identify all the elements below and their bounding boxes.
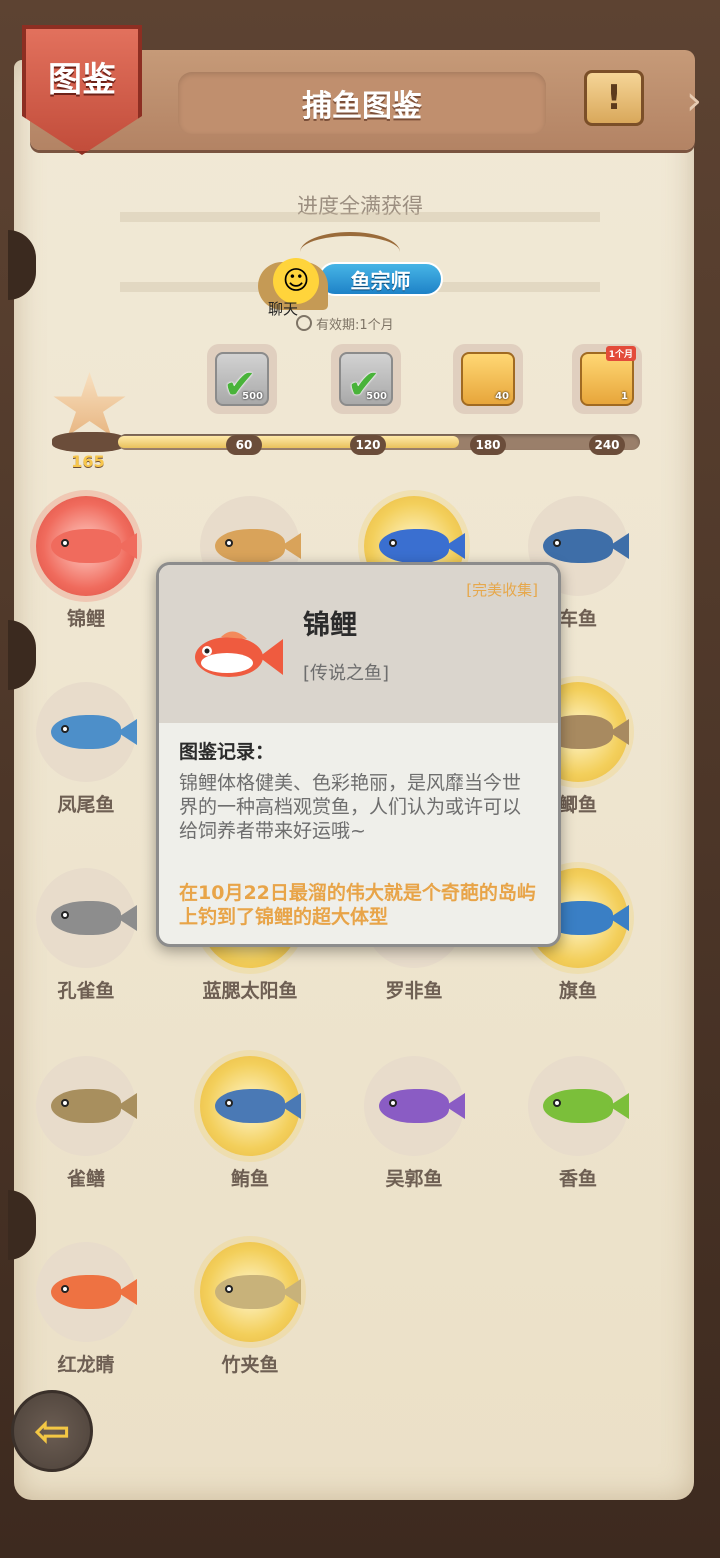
milestone-value: 60 xyxy=(226,435,262,455)
fish-name-label: 凤尾鱼 xyxy=(57,794,115,816)
fish-icon xyxy=(215,529,285,563)
fish-icon xyxy=(379,1089,449,1123)
validity: 有效期:1个月 xyxy=(296,312,446,334)
fish-card[interactable] xyxy=(36,496,136,596)
reward-count: 1 xyxy=(621,391,628,402)
milestone-reward[interactable]: 500 ✔ xyxy=(207,344,277,414)
fish-icon xyxy=(51,1089,121,1123)
scroll-icon[interactable]: ! xyxy=(584,70,644,126)
reward-tile: 40 xyxy=(461,352,515,406)
fish-detail-popup[interactable]: [完美收集] 锦鲤 [传说之鱼] 图鉴记录： 锦鲤体格健美、色彩艳丽，是风靡当今… xyxy=(156,562,561,947)
validity-text: 有效期:1个月 xyxy=(316,317,394,333)
back-button[interactable]: ⇦ xyxy=(11,1390,93,1472)
milestone-reward[interactable]: 40 xyxy=(453,344,523,414)
chevron-right-icon[interactable]: › xyxy=(674,76,714,126)
fish-icon xyxy=(379,529,449,563)
fish-card[interactable] xyxy=(200,1242,300,1342)
koi-fish-icon xyxy=(187,619,287,689)
fish-card[interactable] xyxy=(528,1056,628,1156)
reward-tile: 500 ✔ xyxy=(339,352,393,408)
fish-icon xyxy=(51,901,121,935)
milestone-reward[interactable]: 500 ✔ xyxy=(331,344,401,414)
fish-name-label: 鲔鱼 xyxy=(230,1168,269,1190)
milestone-value: 120 xyxy=(350,435,386,455)
milestone-reward[interactable]: 1 1个月 xyxy=(572,344,642,414)
reward-tile: 1 1个月 xyxy=(580,346,636,406)
fish-card[interactable] xyxy=(364,1056,464,1156)
reward-tile: 500 ✔ xyxy=(215,352,269,408)
milestone-value: 180 xyxy=(470,435,506,455)
fish-name-label: 吴郭鱼 xyxy=(385,1168,443,1190)
milestone-value: 240 xyxy=(589,435,625,455)
fish-icon xyxy=(51,715,121,749)
fish-card[interactable] xyxy=(36,682,136,782)
duration-ribbon: 1个月 xyxy=(605,346,636,361)
fish-name: 锦鲤 xyxy=(303,610,357,641)
binding-hole xyxy=(8,230,36,300)
title-badge: 鱼宗师 xyxy=(318,262,443,296)
fish-name-label: 孔雀鱼 xyxy=(57,980,115,1002)
fish-card[interactable] xyxy=(36,1242,136,1342)
fish-rank: [传说之鱼] xyxy=(303,663,390,684)
catch-record: 在10月22日最溜的伟大就是个奇葩的岛屿上钓到了锦鲤的超大体型 xyxy=(179,882,536,928)
fish-name-label: 竹夹鱼 xyxy=(221,1354,279,1376)
star-trophy-icon xyxy=(52,372,127,462)
fish-name-label: 锦鲤 xyxy=(66,608,105,630)
fish-name-label: 蓝腮太阳鱼 xyxy=(202,980,298,1002)
fish-name-label: 雀鳝 xyxy=(66,1168,105,1190)
fish-icon xyxy=(543,529,613,563)
record-heading: 图鉴记录： xyxy=(179,741,275,763)
progress-fill xyxy=(118,436,459,448)
fish-icon xyxy=(51,1275,121,1309)
fish-name-label: 红龙睛 xyxy=(57,1354,115,1376)
fish-name-label: 旗鱼 xyxy=(558,980,597,1002)
checkmark-icon: ✔ xyxy=(223,362,257,408)
fish-name-label: 罗非鱼 xyxy=(385,980,443,1002)
page-title: 捕鱼图鉴 xyxy=(178,72,546,134)
fish-card[interactable] xyxy=(36,1056,136,1156)
fish-icon xyxy=(215,1275,285,1309)
binding-hole xyxy=(8,1190,36,1260)
fish-card[interactable] xyxy=(200,1056,300,1156)
fish-description: 锦鲤体格健美、色彩艳丽，是风靡当今世界的一种高档观赏鱼，人们认为或许可以给饲养者… xyxy=(179,772,522,842)
fish-icon xyxy=(215,1089,285,1123)
reward-count: 40 xyxy=(495,391,509,402)
fish-name-label: 香鱼 xyxy=(558,1168,597,1190)
fish-icon xyxy=(51,529,121,563)
clock-icon xyxy=(296,315,312,331)
fish-icon xyxy=(543,1089,613,1123)
back-arrow-icon: ⇦ xyxy=(33,1405,71,1457)
score-label: 165 xyxy=(71,452,105,471)
fish-card[interactable] xyxy=(36,868,136,968)
collection-tag: [完美收集] xyxy=(466,581,538,599)
checkmark-icon: ✔ xyxy=(347,362,381,408)
tab-label: 图鉴 xyxy=(48,60,116,100)
